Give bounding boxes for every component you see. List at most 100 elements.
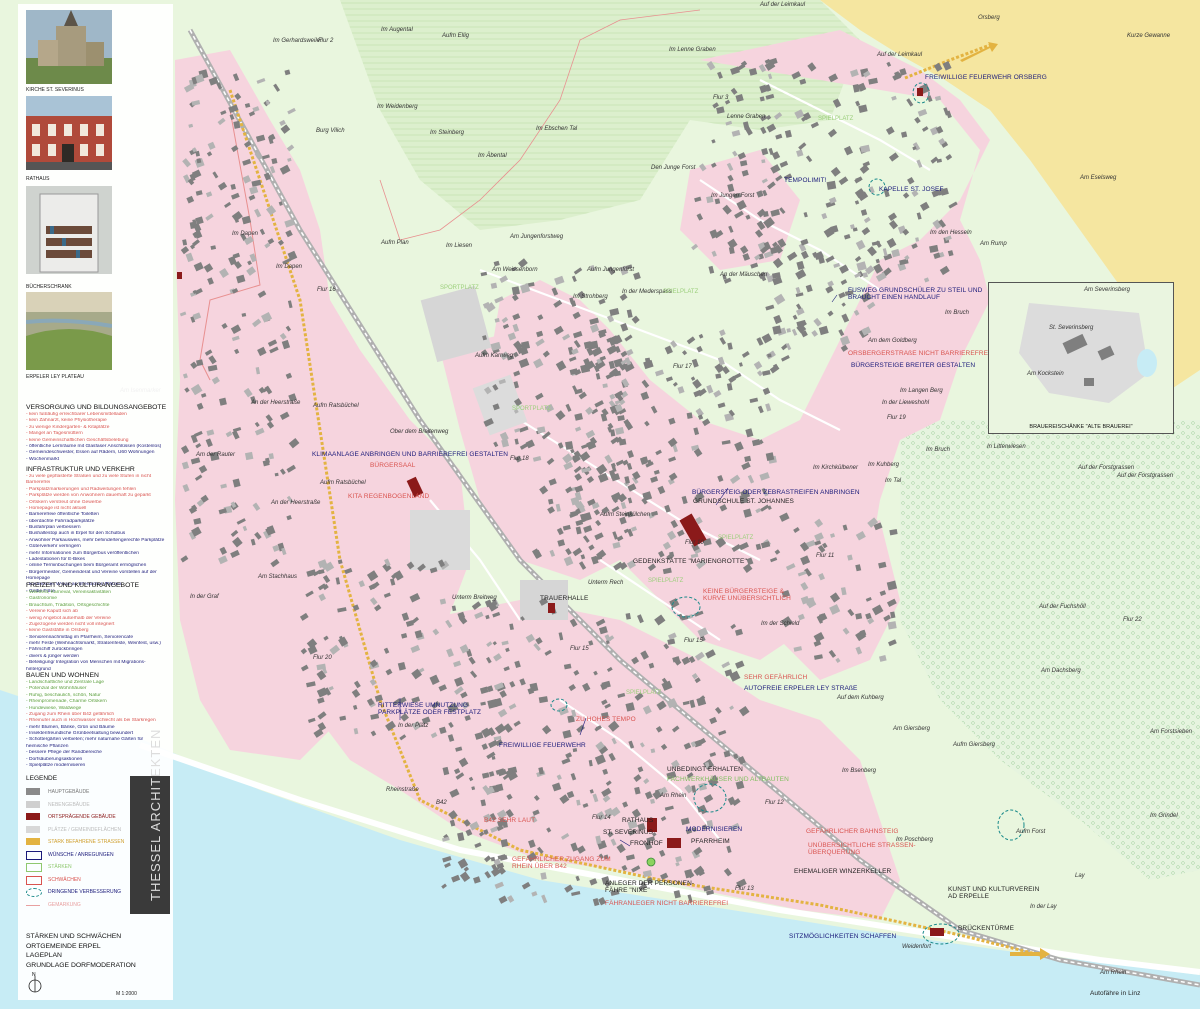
legend-label: GEMARKUNG — [48, 901, 81, 908]
photo-townhall — [26, 96, 112, 170]
annotation-modernisieren: MODERNISIEREN — [686, 826, 743, 833]
place-label: Im Tal — [885, 478, 902, 484]
place-label: Im Jungen Forst — [711, 193, 755, 199]
legend-swatch — [26, 850, 42, 860]
photo-plateau — [25, 292, 113, 370]
place-label: Flur 12 — [765, 800, 784, 806]
place-label: Unterm Rech — [588, 580, 624, 586]
place-label: Am Dachsberg — [1041, 668, 1081, 674]
annotation-keine-buergersteige: KEINE BÜRGERSTEIGE & KURVE UNÜBERSICHTLI… — [703, 588, 791, 603]
section-item: - Gemeindeschwester, Essen auf Rädern, Ü… — [26, 450, 155, 456]
photo-church — [26, 10, 112, 84]
place-label: Aufm Karrweg — [475, 353, 514, 359]
station-marker — [646, 857, 656, 867]
legend-swatch — [26, 904, 40, 906]
place-label: Unterm Breitweg — [452, 595, 497, 601]
north-arrow: N — [28, 972, 42, 996]
place-label: Im den Hesseln — [930, 230, 972, 236]
scale-label: M 1:2000 — [116, 991, 137, 997]
place-label: In der Graf — [190, 594, 219, 600]
place-label: Im Weidenberg — [377, 104, 418, 110]
building-footprint — [826, 180, 837, 190]
legend-label: HAUPTGEBÄUDE — [48, 789, 90, 795]
place-label: Flur 10 — [685, 540, 704, 546]
annotation-pfarrheim: PFARRHEIM — [691, 838, 730, 845]
building-footprint — [786, 328, 791, 333]
plan-title-line: LAGEPLAN — [26, 952, 62, 960]
place-label: Im Kirchkülbener — [813, 465, 859, 471]
inset-label: St. Severinsberg — [1049, 325, 1094, 331]
place-label: Weidenfort — [902, 944, 931, 950]
place-label: Im Dapen — [232, 231, 259, 237]
place-label: Am Rhein — [1100, 970, 1127, 976]
place-label: SPIELPLATZ — [663, 289, 699, 295]
place-label: Im Augental — [381, 27, 413, 33]
place-label: Am Rhein — [660, 793, 687, 799]
photo-caption: ERPELER LEY PLATEAU — [26, 374, 84, 380]
place-label: Auf der Forstgrassen — [1117, 473, 1174, 479]
place-label: Ober dem Breitenweg — [390, 429, 449, 435]
section-title: VERSORGUNG UND BILDUNGSANGEBOTE — [26, 404, 167, 411]
building-footprint — [772, 325, 782, 335]
section-title: BAUEN UND WOHNEN — [26, 672, 99, 679]
place-label: Flur 14 — [592, 815, 611, 821]
section-title: FREIZEIT UND KULTURANGEBOTE — [26, 582, 140, 589]
legend-swatch — [26, 838, 40, 845]
section-title: INFRASTRUKTUR UND VERKEHR — [26, 466, 135, 473]
place-label: Im Äbental — [478, 153, 507, 159]
place-label: Im Bruch — [926, 447, 951, 453]
annotation-klima: KLIMAANLAGE ANBRINGEN UND BARRIEREFREI G… — [312, 451, 508, 458]
annotation-rathaus: RATHAUS — [622, 817, 654, 824]
building-footprint — [686, 412, 693, 419]
place-label: Flur 3 — [713, 95, 729, 101]
annotation-faehranleger: FÄHRANLEGER NICHT BARRIEREFREI — [605, 900, 729, 907]
legend-title: LEGENDE — [26, 775, 58, 782]
place-label: SPIELPLATZ — [718, 535, 754, 541]
place-label: Flur 13 — [735, 886, 754, 892]
place-label: An der Mäuschen — [720, 272, 768, 278]
inset-label: Am Kockstein — [1027, 371, 1064, 377]
annotation-zugang-rhein: GEFÄHRLICHER ZUGANG ZUM RHEIN ÜBER B42 — [512, 856, 611, 871]
annotation-trauerhalle: TRAUERHALLE — [540, 595, 589, 602]
photo-bookcase — [26, 186, 112, 274]
annotation-buergersteige-breiter: BÜRGERSTEIGE BREITER GESTALTEN — [851, 362, 976, 369]
place-label: Am Eselsweg — [1080, 175, 1117, 181]
annotation-feuerwehr-orsberg: FREIWILLIGE FEUERWEHR ORSBERG — [925, 74, 1047, 81]
plan-title: STÄRKEN UND SCHWÄCHEN ORTGEMEINDE ERPEL … — [26, 932, 136, 970]
annotation-linz: Autofähre in Linz — [1090, 990, 1141, 997]
legend-label: SCHWÄCHEN — [48, 876, 81, 883]
annotation-tempolimit: TEMPOLIMIT! — [784, 177, 827, 184]
place-label: Aufm Plan — [381, 240, 409, 246]
annotation-zebrastreifen: BÜRGERSTEIG ODER ZEBRASTREIFEN ANBRINGEN — [692, 489, 860, 496]
legend-swatch — [26, 788, 40, 795]
annotation-brueckentuerme: BRÜCKENTÜRME — [958, 925, 1015, 932]
place-label: An der Heerstraße — [251, 400, 301, 406]
annotation-grundschule: GRUNDSCHULE ST. JOHANNES — [693, 498, 794, 505]
annotation-severinus: ST. SEVERINUS — [603, 829, 654, 836]
annotation-kita: KITA REGENBOGENLAND — [348, 493, 430, 500]
legend-label: STARK BEFAHRENE STRASSEN — [48, 839, 125, 845]
annotation-buergersaal: BÜRGERSAAL — [370, 462, 416, 469]
annotation-anleger: ANLEGER DER PERSONEN- FÄHRE "NIXE" — [605, 880, 695, 895]
inset-map-brewery: Am Severinsberg St. Severinsberg Am Kock… — [988, 282, 1174, 434]
plan-title-line: ORTGEMEINDE ERPEL — [26, 942, 101, 950]
place-label: Auf dem Kuhberg — [837, 695, 884, 701]
section-list: - kein fußläufig erreichbarer Lebensmitt… — [26, 412, 176, 463]
place-label: Aufm Ellig — [442, 33, 470, 39]
place-label: Aufm Forst — [1016, 829, 1046, 835]
building-footprint — [511, 286, 520, 296]
place-label: Im Liesen — [446, 243, 473, 249]
sidebar-panel: KIRCHE ST. SEVERINUS RATHAUS BÜCHERSCHRA… — [18, 4, 173, 1000]
annotation-b42: B42 SEHR LAUT — [484, 817, 536, 824]
place-label: Aufm Jungenforst — [587, 267, 635, 273]
place-label: Auf der Leimkaul — [877, 52, 923, 58]
place-label: In der Plätz — [398, 723, 429, 729]
place-label: Flur 19 — [887, 415, 906, 421]
legend-label: WÜNSCHE / ANREGUNGEN — [48, 851, 114, 858]
place-label: Im der Schield — [761, 621, 800, 627]
place-label: Am dem Goldberg — [868, 338, 917, 344]
building-footprint — [274, 472, 279, 477]
place-label: Flur 15 — [570, 646, 589, 652]
place-label: Im Gerhardsweiler — [273, 38, 323, 44]
place-label: Rheinstraße — [386, 787, 419, 793]
